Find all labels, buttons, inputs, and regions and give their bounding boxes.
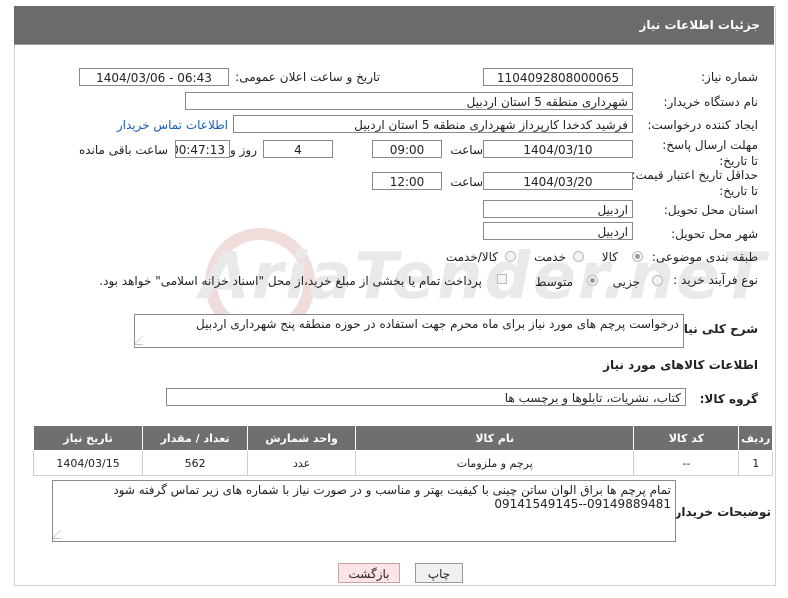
- buyer-org-field: شهرداری منطقه 5 استان اردبیل: [185, 92, 633, 110]
- category-radio-service[interactable]: [573, 251, 584, 262]
- cell-name: پرچم و ملزومات: [355, 450, 635, 476]
- days-label: روز و: [230, 143, 257, 157]
- category-label: طبقه بندی موضوعی:: [651, 250, 758, 264]
- remaining-label: ساعت باقی مانده: [78, 143, 168, 157]
- deadline-time-label: ساعت: [450, 143, 483, 157]
- need-number-label: شماره نیاز:: [701, 70, 758, 84]
- city-label: شهر محل تحویل:: [671, 227, 758, 241]
- cell-date: 1404/03/15: [32, 450, 144, 476]
- table-header-row: ردیف کد کالا نام کالا واحد شمارش تعداد /…: [32, 425, 773, 451]
- cell-row: 1: [738, 450, 773, 476]
- creator-field: فرشید کدخدا کارپرداز شهرداری منطقه 5 است…: [233, 115, 633, 133]
- buyer-notes-label: توضیحات خریدار:: [669, 505, 771, 519]
- col-name: نام کالا: [355, 425, 635, 451]
- goods-group-field: کتاب، نشریات، تابلوها و برچسب ها: [166, 388, 686, 406]
- process-label: نوع فرآیند خرید :: [673, 273, 758, 287]
- process-radio-medium[interactable]: [587, 275, 598, 286]
- need-number-field: 1104092808000065: [483, 68, 633, 86]
- min-price-time-field: 12:00: [372, 172, 442, 190]
- remaining-time-field: 00:47:13: [175, 140, 230, 158]
- buyer-org-label: نام دستگاه خریدار:: [663, 95, 759, 109]
- buyer-notes-line2: 09149889481--09141549145: [494, 497, 671, 511]
- description-textarea: درخواست پرچم های مورد نیاز برای ماه محرم…: [133, 314, 684, 348]
- payment-note: پرداخت تمام یا بخشی از مبلغ خرید،از محل …: [99, 274, 482, 288]
- process-option-minor: جزیی: [612, 275, 640, 289]
- process-option-medium: متوسط: [535, 275, 573, 289]
- announce-label: تاریخ و ساعت اعلان عمومی:: [235, 70, 380, 84]
- min-price-label: حداقل تاریخ اعتبار قیمت: تا تاریخ:: [631, 168, 758, 198]
- resize-grip-icon[interactable]: [51, 530, 70, 539]
- col-qty: تعداد / مقدار: [142, 425, 249, 451]
- treasury-checkbox[interactable]: [497, 274, 507, 284]
- description-text: درخواست پرچم های مورد نیاز برای ماه محرم…: [196, 317, 679, 331]
- province-label: استان محل تحویل:: [663, 203, 758, 217]
- category-option-service: خدمت: [534, 250, 566, 264]
- col-row: ردیف: [738, 425, 773, 451]
- goods-section-title: اطلاعات کالاهای مورد نیاز: [603, 358, 758, 372]
- resize-grip-icon[interactable]: [133, 336, 152, 345]
- min-price-date-field: 1404/03/20: [483, 172, 633, 190]
- cell-qty: 562: [142, 450, 249, 476]
- back-button[interactable]: بازگشت: [338, 563, 400, 583]
- deadline-label: مهلت ارسال پاسخ: تا تاریخ:: [662, 138, 758, 168]
- description-label: شرح کلی نیاز:: [672, 322, 758, 336]
- contact-info-link[interactable]: اطلاعات تماس خریدار: [117, 118, 228, 132]
- category-option-goods-service: کالا/خدمت: [445, 250, 498, 264]
- deadline-date-field: 1404/03/10: [483, 140, 633, 158]
- days-field: 4: [263, 140, 333, 158]
- page-title: جزئیات اطلاعات نیاز: [639, 18, 760, 32]
- category-option-goods: کالا: [601, 250, 618, 264]
- announce-field: 1404/03/06 - 06:43: [79, 68, 229, 86]
- goods-table: ردیف کد کالا نام کالا واحد شمارش تعداد /…: [32, 425, 773, 476]
- deadline-time-field: 09:00: [372, 140, 442, 158]
- min-price-time-label: ساعت: [450, 175, 483, 189]
- category-radio-goods[interactable]: [632, 251, 643, 262]
- table-row: 1 -- پرچم و ملزومات عدد 562 1404/03/15: [32, 450, 773, 476]
- city-field: اردبیل: [483, 222, 633, 240]
- cell-unit: عدد: [247, 450, 357, 476]
- panel-header: جزئیات اطلاعات نیاز: [14, 6, 774, 45]
- province-field: اردبیل: [483, 200, 633, 218]
- category-radio-goods-service[interactable]: [505, 251, 516, 262]
- cell-code: --: [633, 450, 740, 476]
- col-unit: واحد شمارش: [247, 425, 357, 451]
- process-radio-minor[interactable]: [652, 275, 663, 286]
- col-code: کد کالا: [633, 425, 740, 451]
- print-button[interactable]: چاپ: [415, 563, 463, 583]
- col-date: تاریخ نیاز: [32, 425, 144, 451]
- creator-label: ایجاد کننده درخواست:: [647, 118, 758, 132]
- goods-group-label: گروه کالا:: [699, 392, 758, 406]
- buyer-notes-textarea: تمام پرچم ها براق الوان ساتن چینی با کیف…: [51, 480, 676, 542]
- buyer-notes-line1: تمام پرچم ها براق الوان ساتن چینی با کیف…: [113, 483, 671, 497]
